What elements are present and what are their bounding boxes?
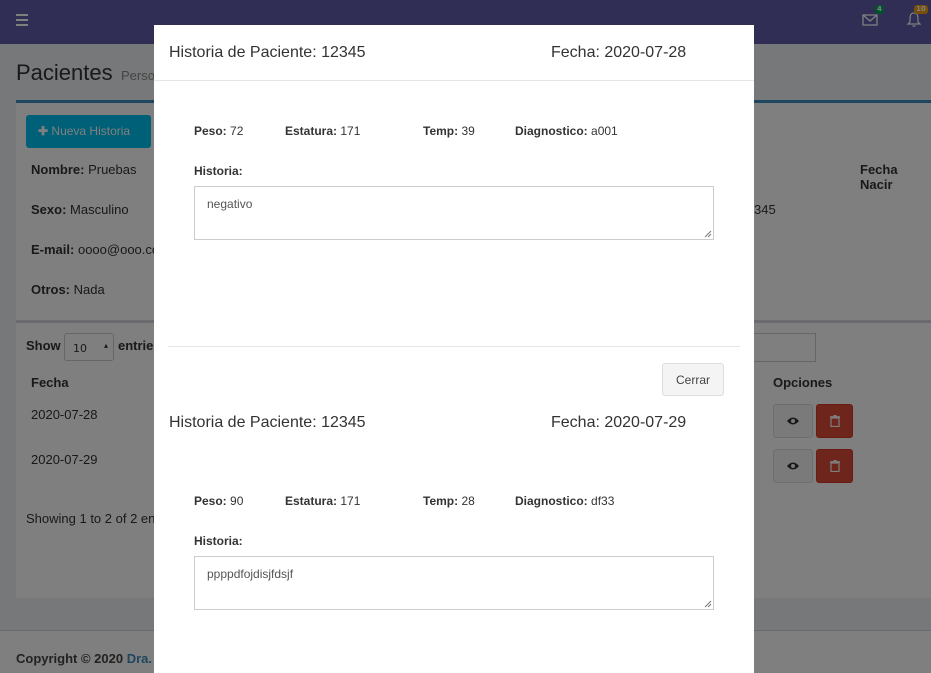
stat-peso-value: 90	[230, 494, 244, 508]
stat-estatura-value: 171	[340, 494, 361, 508]
modal-record-divider	[168, 346, 740, 347]
modal-date: Fecha: 2020-07-28	[551, 44, 687, 61]
stat-diagnostico-value: df33	[591, 494, 615, 508]
stat-estatura: Estatura: 171	[285, 494, 360, 508]
historia-text: ppppdfojdisjfdsjf	[207, 567, 294, 581]
stat-temp-value: 39	[461, 124, 475, 138]
stat-temp-label: Temp:	[423, 124, 459, 138]
modal-title: Historia de Paciente: 12345	[169, 414, 366, 431]
stat-temp: Temp: 28	[423, 494, 475, 508]
stat-peso-value: 72	[230, 124, 244, 138]
historia-text: negativo	[207, 197, 253, 211]
close-button[interactable]: Cerrar	[662, 363, 724, 396]
modal-date: Fecha: 2020-07-29	[551, 414, 687, 431]
historia-label: Historia:	[194, 534, 243, 548]
resize-grip-icon[interactable]	[704, 230, 712, 238]
stat-temp: Temp: 39	[423, 124, 475, 138]
stat-diagnostico-label: Diagnostico:	[515, 124, 588, 138]
stat-estatura-label: Estatura:	[285, 124, 338, 138]
resize-grip-icon[interactable]	[704, 600, 712, 608]
stat-peso-label: Peso:	[194, 494, 227, 508]
modal-header-divider	[154, 80, 754, 81]
modal-title: Historia de Paciente: 12345	[169, 44, 366, 61]
stat-estatura: Estatura: 171	[285, 124, 360, 138]
stat-peso: Peso: 72	[194, 124, 243, 138]
stat-diagnostico: Diagnostico: df33	[515, 494, 614, 508]
stat-estatura-value: 171	[340, 124, 361, 138]
stat-temp-label: Temp:	[423, 494, 459, 508]
history-modal: Historia de Paciente: 12345 Fecha: 2020-…	[154, 25, 754, 673]
stat-diagnostico-value: a001	[591, 124, 618, 138]
historia-textarea[interactable]: negativo	[194, 186, 714, 240]
stat-peso-label: Peso:	[194, 124, 227, 138]
stat-diagnostico: Diagnostico: a001	[515, 124, 618, 138]
historia-textarea[interactable]: ppppdfojdisjfdsjf	[194, 556, 714, 610]
stat-diagnostico-label: Diagnostico:	[515, 494, 588, 508]
stat-estatura-label: Estatura:	[285, 494, 338, 508]
stat-temp-value: 28	[461, 494, 475, 508]
stat-peso: Peso: 90	[194, 494, 243, 508]
historia-label: Historia:	[194, 164, 243, 178]
